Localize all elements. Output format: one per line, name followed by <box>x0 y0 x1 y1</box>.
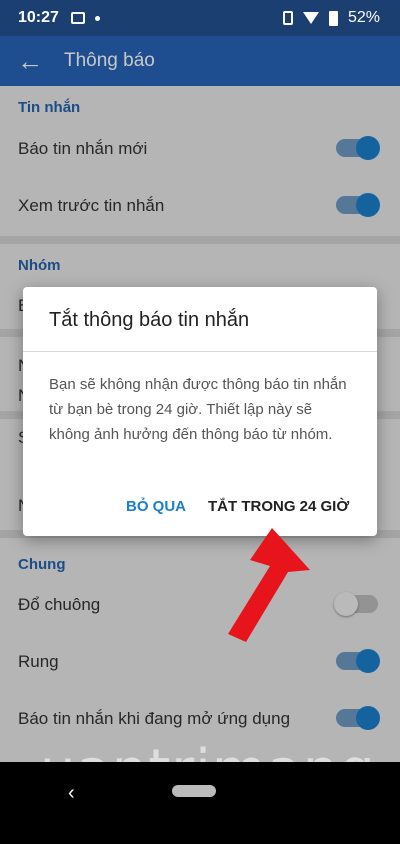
battery-percent: 52% <box>347 9 380 26</box>
status-bar: 10:27 52% <box>0 0 400 36</box>
dialog-divider <box>23 351 377 352</box>
navigation-bar: ‹ <box>0 762 400 844</box>
status-time: 10:27 <box>18 9 59 26</box>
wifi-icon <box>302 12 319 24</box>
dialog-message: Bạn sẽ không nhận được thông báo tin nhắ… <box>49 376 347 443</box>
skip-button[interactable]: BỎ QUA <box>126 498 186 515</box>
annotation-arrow-icon <box>228 528 310 642</box>
battery-icon <box>328 10 338 26</box>
chevron-left-icon[interactable]: ‹ <box>68 782 75 805</box>
home-pill-icon[interactable] <box>172 785 216 797</box>
gallery-icon <box>70 12 85 24</box>
notification-dot-icon <box>94 15 100 21</box>
mute-dialog: Tắt thông báo tin nhắn Bạn sẽ không nhận… <box>23 287 377 536</box>
dialog-title: Tắt thông báo tin nhắn <box>49 309 250 331</box>
vibrate-icon <box>282 11 293 25</box>
